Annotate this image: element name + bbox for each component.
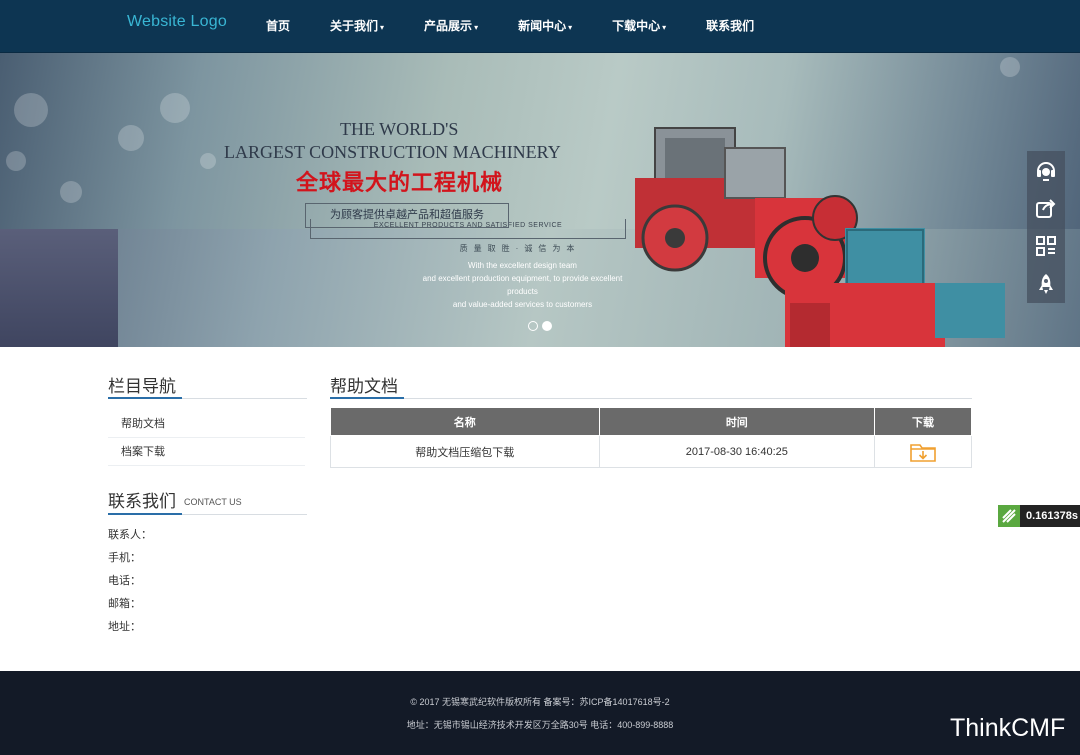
banner-description-line: products bbox=[507, 287, 538, 296]
nav-item-products[interactable]: 产品展示 ▾ bbox=[404, 0, 498, 53]
nav-item-news[interactable]: 新闻中心 ▾ bbox=[498, 0, 592, 53]
contact-subtitle: CONTACT US bbox=[184, 497, 242, 507]
footer-copyright: © 2017 无锡寒武纪软件版权所有 备案号：苏ICP备14017618号-2 bbox=[410, 697, 670, 707]
carousel-dot-1[interactable] bbox=[528, 321, 538, 331]
site-footer: © 2017 无锡寒武纪软件版权所有 备案号：苏ICP备14017618号-2 … bbox=[0, 671, 1080, 755]
nav-item-home[interactable]: 首页 bbox=[246, 0, 310, 53]
contact-email-label: 邮箱： bbox=[108, 598, 141, 610]
divider-accent bbox=[330, 397, 404, 399]
nav-label: 关于我们 bbox=[330, 19, 379, 33]
sidebar-title: 栏目导航 bbox=[108, 377, 176, 396]
contact-mobile-label: 手机： bbox=[108, 552, 141, 564]
nav-label: 联系我们 bbox=[706, 19, 755, 33]
column-header-time: 时间 bbox=[598, 407, 876, 436]
bokeh-light bbox=[118, 125, 144, 151]
banner-box-text: 为顾客提供卓越产品和超值服务 bbox=[305, 203, 509, 228]
banner-description: With the excellent design team and excel… bbox=[420, 259, 625, 311]
banner-title-cn: 全球最大的工程机械 bbox=[296, 170, 504, 195]
contact-phone-label: 电话： bbox=[108, 575, 141, 587]
contact-title: 联系我们 bbox=[108, 492, 176, 511]
nav-label: 产品展示 bbox=[424, 19, 473, 33]
headset-icon[interactable] bbox=[1027, 151, 1065, 189]
chevron-down-icon: ▾ bbox=[474, 23, 479, 32]
main-nav: 首页 关于我们 ▾ 产品展示 ▾ 新闻中心 ▾ 下载中心 ▾ 联系我们 bbox=[246, 0, 774, 53]
carousel-indicators bbox=[528, 321, 552, 331]
banner-title-line2: LARGEST CONSTRUCTION MACHINERY bbox=[224, 142, 561, 162]
nav-item-contact[interactable]: 联系我们 bbox=[686, 0, 774, 53]
banner-description-line: and excellent production equipment, to p… bbox=[422, 274, 623, 283]
table-header-row: 名称 时间 下载 bbox=[330, 407, 972, 436]
site-logo[interactable]: Website Logo bbox=[127, 13, 227, 31]
machinery-image bbox=[635, 127, 1005, 347]
divider-accent bbox=[108, 513, 182, 515]
hero-banner[interactable]: THE WORLD'S LARGEST CONSTRUCTION MACHINE… bbox=[0, 53, 1080, 347]
download-table: 名称 时间 下载 帮助文档压缩包下载 2017-08-30 16:40:25 bbox=[330, 407, 972, 468]
speed-value: 0.161378s bbox=[1020, 505, 1080, 527]
bokeh-light bbox=[6, 151, 26, 171]
chevron-down-icon: ▾ bbox=[380, 23, 385, 32]
nav-item-about[interactable]: 关于我们 ▾ bbox=[310, 0, 404, 53]
nav-label: 新闻中心 bbox=[518, 19, 567, 33]
divider bbox=[330, 398, 972, 399]
banner-description-line: With the excellent design team bbox=[468, 261, 577, 270]
page-speed-badge[interactable]: 0.161378s bbox=[998, 505, 1080, 527]
bokeh-light bbox=[60, 181, 82, 203]
cell-file-name: 帮助文档压缩包下载 bbox=[330, 435, 600, 468]
bokeh-light bbox=[200, 153, 216, 169]
banner-motto: 质量取胜·诚信为本 bbox=[459, 244, 581, 253]
speed-logo-icon bbox=[998, 505, 1020, 527]
carousel-dot-2[interactable] bbox=[542, 321, 552, 331]
footer-address: 地址：无锡市锡山经济技术开发区万全路30号 电话：400-899-8888 bbox=[406, 720, 674, 730]
cell-download bbox=[874, 435, 972, 468]
banner-title-line1: THE WORLD'S bbox=[340, 119, 459, 139]
nav-item-downloads[interactable]: 下载中心 ▾ bbox=[592, 0, 686, 53]
site-header: Website Logo 首页 关于我们 ▾ 产品展示 ▾ 新闻中心 ▾ 下载中心 ▾ … bbox=[0, 0, 1080, 53]
contact-person-label: 联系人： bbox=[108, 529, 152, 541]
chevron-down-icon: ▾ bbox=[568, 23, 573, 32]
nav-label: 首页 bbox=[266, 19, 291, 33]
sidebar-item-help-docs[interactable]: 帮助文档 bbox=[108, 410, 305, 438]
bokeh-light bbox=[1000, 57, 1020, 77]
rocket-icon[interactable] bbox=[1027, 265, 1065, 303]
banner-description-line: and value-added services to customers bbox=[452, 300, 593, 309]
sidebar-item-archive-download[interactable]: 档案下载 bbox=[108, 438, 305, 466]
thinkcmf-watermark: ThinkCMF bbox=[950, 714, 1066, 742]
divider-accent bbox=[108, 397, 182, 399]
page-title: 帮助文档 bbox=[330, 377, 398, 396]
qrcode-icon[interactable] bbox=[1027, 227, 1065, 265]
chevron-down-icon: ▾ bbox=[662, 23, 667, 32]
share-icon[interactable] bbox=[1027, 189, 1065, 227]
table-row: 帮助文档压缩包下载 2017-08-30 16:40:25 bbox=[330, 435, 972, 468]
contact-address-label: 地址： bbox=[108, 621, 141, 633]
floating-toolbar bbox=[1027, 151, 1065, 303]
folder-download-icon[interactable] bbox=[909, 441, 937, 463]
bokeh-light bbox=[160, 93, 190, 123]
column-header-name: 名称 bbox=[330, 407, 600, 436]
banner-lower-left-panel bbox=[0, 229, 118, 347]
column-header-download: 下载 bbox=[874, 407, 972, 436]
bokeh-light bbox=[14, 93, 48, 127]
nav-label: 下载中心 bbox=[612, 19, 661, 33]
cell-file-time: 2017-08-30 16:40:25 bbox=[598, 435, 876, 468]
